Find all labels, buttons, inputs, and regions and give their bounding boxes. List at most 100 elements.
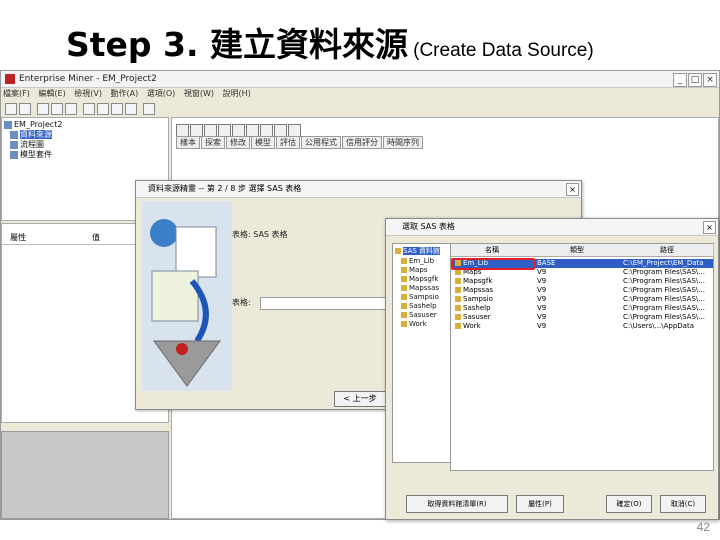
- cancel-button[interactable]: 取消(C): [660, 495, 706, 513]
- menu-bar: 檔案(F) 編輯(E) 檢視(V) 動作(A) 選項(O) 視窗(W) 說明(H…: [1, 88, 257, 100]
- chooser-title: 選取 SAS 表格: [402, 222, 455, 231]
- open-icon[interactable]: [19, 103, 31, 115]
- grid-icon[interactable]: [97, 103, 109, 115]
- tree-library[interactable]: Mapsgfk: [401, 275, 438, 284]
- table-row[interactable]: Work V9 C:\Users\...\AppData: [451, 322, 713, 331]
- wizard-title: 資料來源精靈 -- 第 2 / 8 步 選擇 SAS 表格: [148, 184, 302, 193]
- chooser-titlebar: 選取 SAS 表格 ×: [386, 219, 718, 236]
- tree-library[interactable]: Sampsio: [401, 293, 439, 302]
- table-row[interactable]: Sasuser V9 C:\Program Files\SAS\...: [451, 313, 713, 322]
- menu-help[interactable]: 說明(H): [223, 89, 251, 98]
- tree-library[interactable]: Sasuser: [401, 311, 437, 320]
- menu-window[interactable]: 視窗(W): [184, 89, 214, 98]
- menu-edit[interactable]: 編輯(E): [38, 89, 65, 98]
- tree-library[interactable]: Work: [401, 320, 427, 329]
- cut-icon[interactable]: [37, 103, 49, 115]
- wizard-close-button[interactable]: ×: [566, 183, 579, 196]
- property-column-header[interactable]: 屬性: [10, 232, 26, 244]
- table-list: 名稱 類型 路徑 Em_Lib BASE C:\EM_Project\EM_Da…: [450, 243, 714, 471]
- menu-file[interactable]: 檔案(F): [3, 89, 30, 98]
- library-icon: [455, 314, 461, 320]
- selection-highlight: [451, 258, 535, 270]
- table-row[interactable]: Mapssas V9 C:\Program Files\SAS\...: [451, 286, 713, 295]
- tree-library[interactable]: Mapssas: [401, 284, 439, 293]
- refresh-libraries-button[interactable]: 取得資料館清單(R): [406, 495, 508, 513]
- library-icon: [395, 248, 401, 254]
- globe-icon: [150, 219, 178, 247]
- tree-item-model-packages[interactable]: 模型套件: [10, 150, 52, 160]
- wizard-illustration: [142, 201, 232, 391]
- library-icon: [455, 287, 461, 293]
- table-row[interactable]: Sampsio V9 C:\Program Files\SAS\...: [451, 295, 713, 304]
- table-icon: [151, 270, 199, 322]
- close-button[interactable]: ×: [703, 73, 717, 87]
- wizard-table-label: 表格: SAS 表格: [232, 230, 288, 239]
- slide-title-main: Step 3. 建立資料來源: [66, 25, 409, 64]
- table-row[interactable]: Mapsgfk V9 C:\Program Files\SAS\...: [451, 277, 713, 286]
- wizard-name-label: 表格:: [232, 298, 251, 307]
- select-sas-table-dialog: 選取 SAS 表格 × SAS 資料館 Em_Lib Maps Mapsgfk …: [385, 218, 719, 520]
- tree-library[interactable]: Em_Lib: [401, 257, 434, 266]
- tab-assess[interactable]: 評估: [276, 136, 300, 149]
- library-tree: SAS 資料館 Em_Lib Maps Mapsgfk Mapssas Samp…: [392, 243, 456, 463]
- table-row[interactable]: Sashelp V9 C:\Program Files\SAS\...: [451, 304, 713, 313]
- chooser-close-button[interactable]: ×: [703, 221, 716, 234]
- menu-actions[interactable]: 動作(A): [111, 89, 139, 98]
- library-icon: [401, 258, 407, 264]
- properties-button[interactable]: 屬性(P): [516, 495, 564, 513]
- library-icon: [401, 294, 407, 300]
- tab-utility[interactable]: 公用程式: [301, 136, 341, 149]
- ok-button[interactable]: 確定(O): [606, 495, 652, 513]
- main-toolbar: [1, 101, 719, 117]
- tab-sample[interactable]: 樣本: [176, 136, 200, 149]
- column-header-name[interactable]: 名稱: [451, 244, 534, 257]
- tree-item-diagrams[interactable]: 流程圖: [10, 140, 44, 150]
- copy-icon[interactable]: [51, 103, 63, 115]
- column-header-path[interactable]: 路徑: [621, 244, 714, 257]
- data-source-icon: [10, 130, 18, 139]
- minimize-button[interactable]: _: [673, 73, 687, 87]
- library-icon: [401, 321, 407, 327]
- wizard-titlebar: 資料來源精靈 -- 第 2 / 8 步 選擇 SAS 表格 ×: [136, 181, 581, 198]
- window-titlebar: Enterprise Miner - EM_Project2 _ □ ×: [1, 71, 719, 88]
- help-panel: [1, 431, 169, 519]
- tree-item-project[interactable]: EM_Project2: [4, 120, 62, 130]
- tab-time-series[interactable]: 時間序列: [383, 136, 423, 149]
- tab-explore[interactable]: 探索: [201, 136, 225, 149]
- diagram-icon: [10, 140, 18, 149]
- library-icon: [401, 276, 407, 282]
- library-icon: [401, 312, 407, 318]
- run-icon[interactable]: [111, 103, 123, 115]
- package-icon: [10, 150, 18, 159]
- library-icon: [401, 303, 407, 309]
- delete-icon[interactable]: [83, 103, 95, 115]
- menu-options[interactable]: 選項(O): [147, 89, 176, 98]
- page-number: 42: [696, 520, 710, 534]
- paste-icon[interactable]: [65, 103, 77, 115]
- library-icon: [401, 267, 407, 273]
- tree-item-data-sources[interactable]: 資料來源: [10, 130, 52, 140]
- tree-library[interactable]: Maps: [401, 266, 427, 275]
- table-name-input[interactable]: [260, 297, 390, 310]
- tab-credit-scoring[interactable]: 信用評分: [342, 136, 382, 149]
- library-icon: [455, 305, 461, 311]
- window-title: Enterprise Miner - EM_Project2: [19, 74, 157, 84]
- maximize-button[interactable]: □: [688, 73, 702, 87]
- library-icon: [455, 296, 461, 302]
- value-column-header[interactable]: 值: [92, 232, 100, 244]
- slide-title-sub: (Create Data Source): [413, 40, 594, 61]
- stop-icon[interactable]: [125, 103, 137, 115]
- tab-modify[interactable]: 修改: [226, 136, 250, 149]
- results-icon[interactable]: [143, 103, 155, 115]
- menu-view[interactable]: 檢視(V): [74, 89, 102, 98]
- slide-title: Step 3. 建立資料來源 (Create Data Source): [66, 18, 594, 66]
- tab-model[interactable]: 模型: [251, 136, 275, 149]
- project-icon: [4, 120, 12, 129]
- new-icon[interactable]: [5, 103, 17, 115]
- back-button[interactable]: < 上一步: [334, 391, 386, 407]
- tree-library[interactable]: Sashelp: [401, 302, 437, 311]
- tree-item-sas-libraries[interactable]: SAS 資料館: [395, 247, 441, 256]
- app-icon: [5, 74, 15, 84]
- column-header-type[interactable]: 類型: [533, 244, 622, 257]
- ball-icon: [176, 343, 188, 355]
